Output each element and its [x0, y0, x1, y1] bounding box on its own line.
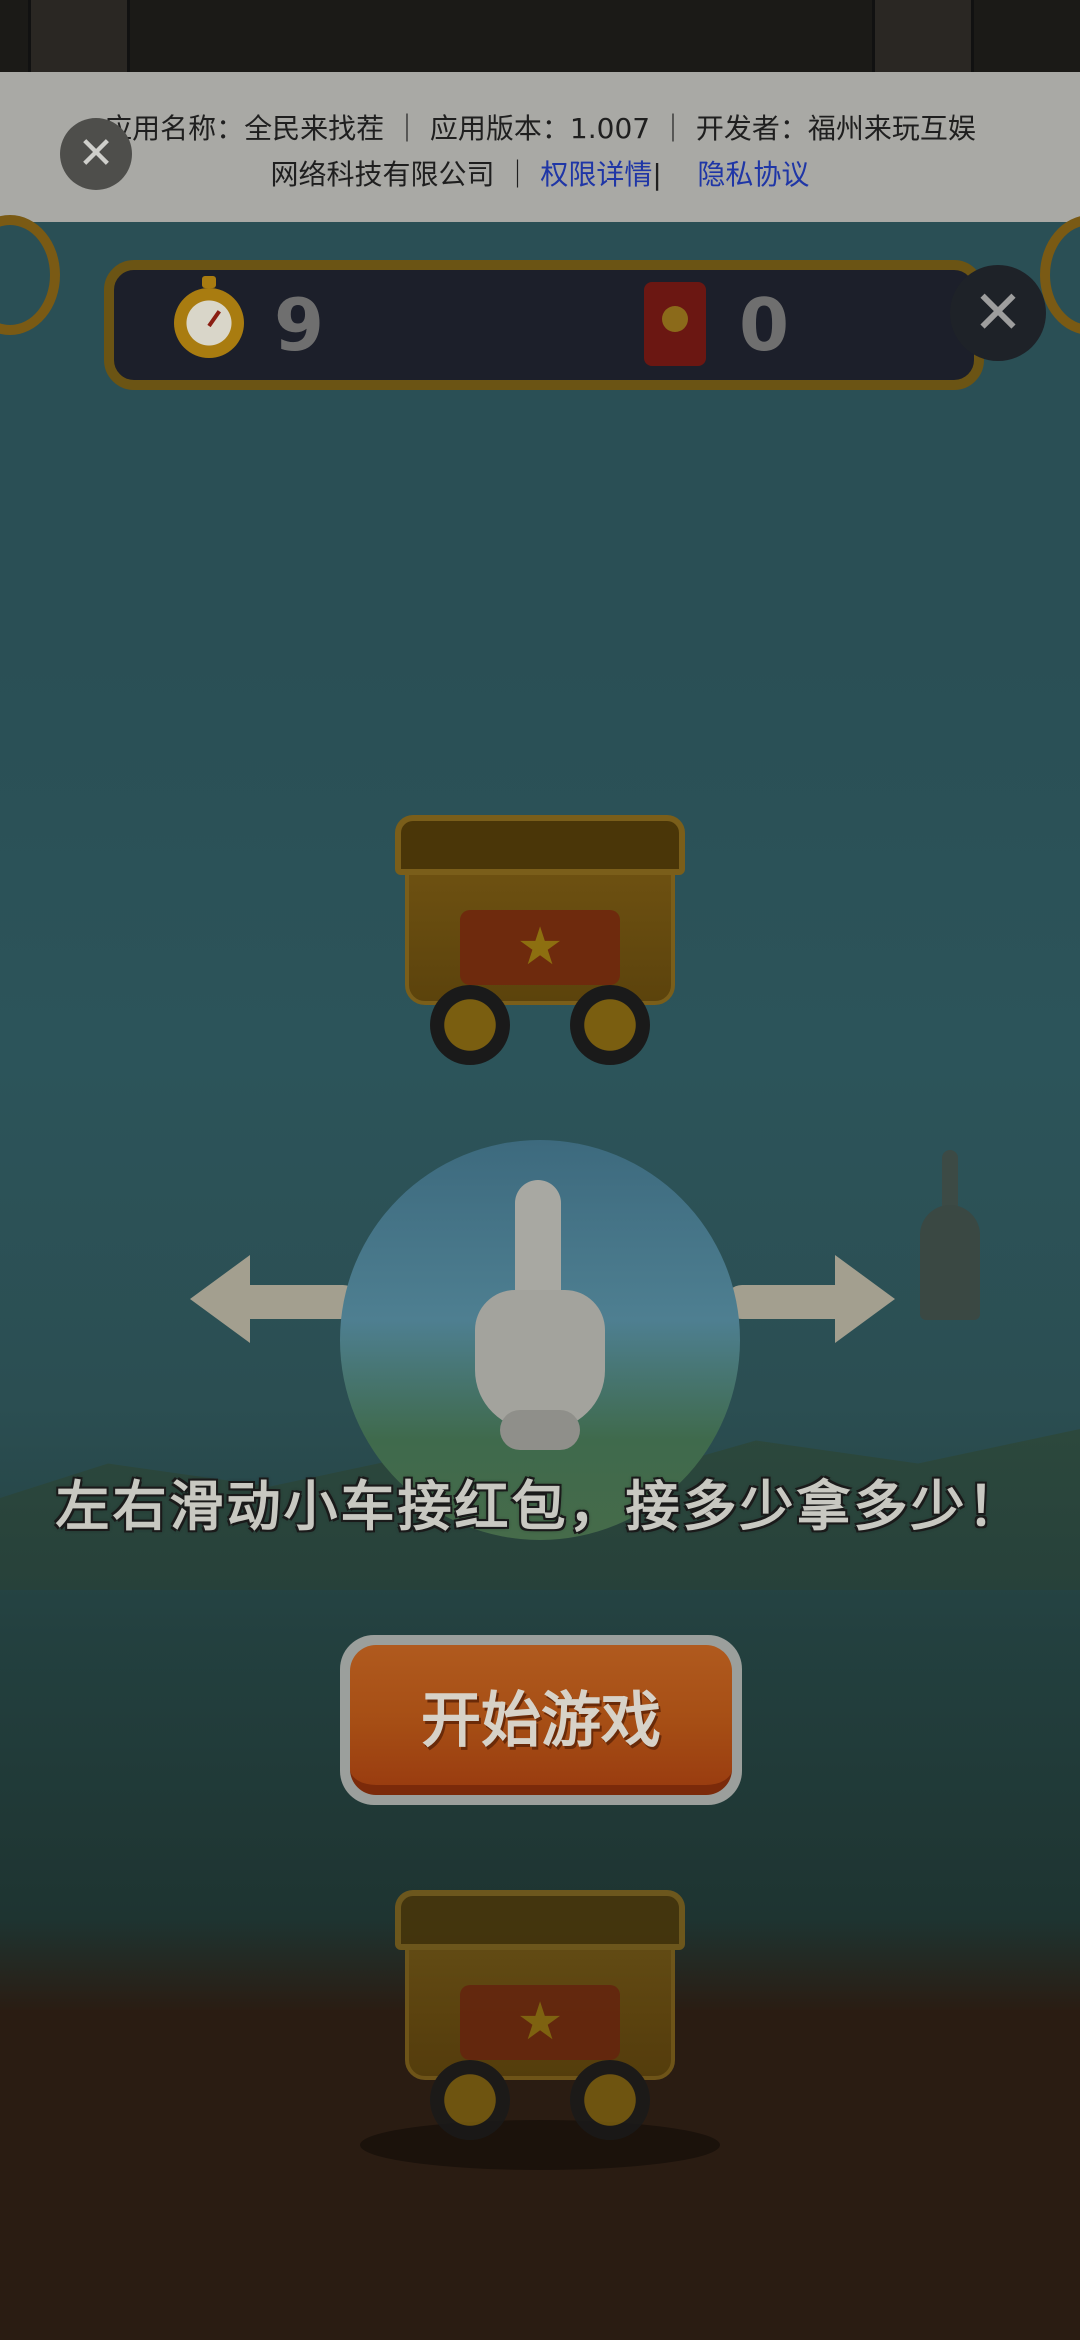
- banner-close-button[interactable]: ✕: [60, 118, 132, 190]
- privacy-link[interactable]: 隐私协议: [697, 158, 809, 191]
- app-info-line-2: 网络科技有限公司 ｜ 权限详情| 隐私协议: [0, 152, 1080, 198]
- cart-rim: [395, 1890, 685, 1950]
- app-info-banner: 应用名称：全民来找茬 ｜ 应用版本：1.007 ｜ 开发者：福州来玩互娱 网络科…: [0, 72, 1080, 222]
- timer-value: 9: [274, 283, 325, 367]
- hand-palm: [475, 1290, 605, 1430]
- cart-wheel-icon: [570, 985, 650, 1065]
- permissions-link[interactable]: 权限详情: [540, 158, 652, 191]
- curved-arrow-left-icon: [190, 1255, 360, 1343]
- cart-wheel-icon: [570, 2060, 650, 2140]
- close-icon: ✕: [972, 278, 1024, 348]
- cart-rim: [395, 815, 685, 875]
- hand-cuff: [500, 1410, 580, 1450]
- hud-left-arm: [0, 215, 60, 335]
- app-info-line-1: 应用名称：全民来找茬 ｜ 应用版本：1.007 ｜ 开发者：福州来玩互娱: [104, 112, 976, 145]
- red-envelope-icon: [644, 282, 706, 366]
- game-close-button[interactable]: ✕: [950, 265, 1046, 361]
- player-cart[interactable]: ★: [395, 1890, 685, 2140]
- cart-wheel-icon: [430, 985, 510, 1065]
- start-game-button[interactable]: 开始游戏: [340, 1635, 742, 1805]
- demo-cart: ★: [395, 815, 685, 1065]
- stopwatch-icon: [174, 276, 244, 358]
- hud-right-arm: [1040, 215, 1080, 335]
- pagoda-icon: [920, 1150, 980, 1320]
- link-separator: |: [652, 158, 662, 191]
- star-icon: ★: [460, 910, 620, 985]
- redpacket-count: 0: [739, 283, 790, 367]
- decor-post: [28, 0, 130, 72]
- game-screen: 应用名称：全民来找茬 ｜ 应用版本：1.007 ｜ 开发者：福州来玩互娱 网络科…: [0, 0, 1080, 2340]
- star-icon: ★: [460, 1985, 620, 2060]
- instruction-text: 左右滑动小车接红包，接多少拿多少！: [55, 1475, 1025, 1538]
- score-hud: 9 0: [104, 260, 984, 390]
- top-decor-strip: [0, 0, 1080, 72]
- decor-post: [872, 0, 974, 72]
- curved-arrow-right-icon: [725, 1255, 895, 1343]
- cart-wheel-icon: [430, 2060, 510, 2140]
- close-icon: ✕: [77, 128, 115, 179]
- start-game-label: 开始游戏: [350, 1645, 732, 1795]
- developer-name-cont: 网络科技有限公司 ｜: [270, 158, 541, 191]
